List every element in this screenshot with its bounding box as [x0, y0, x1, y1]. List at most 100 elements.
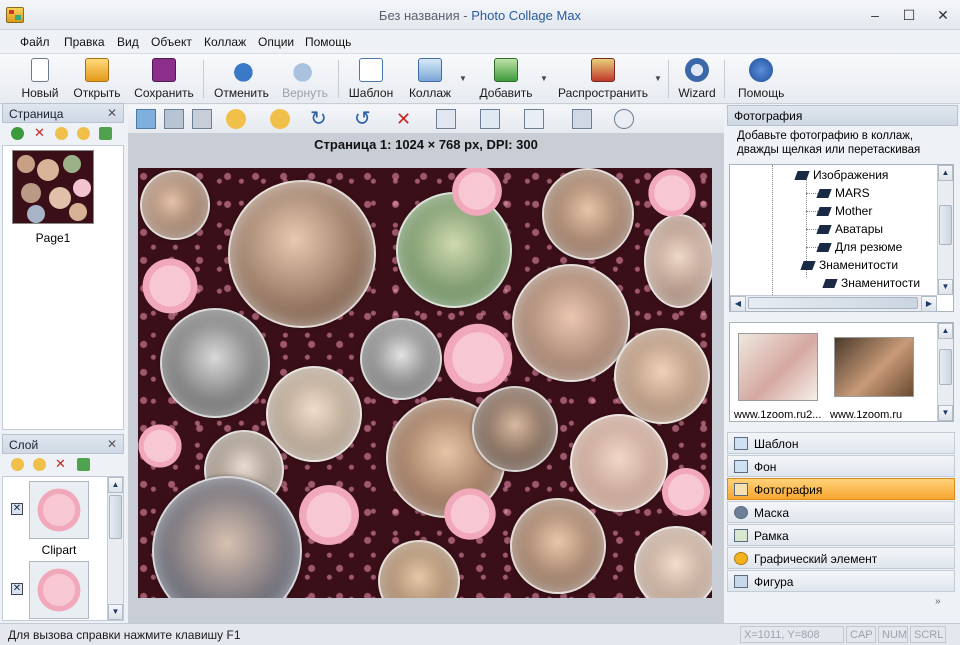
crop-icon[interactable]: [192, 109, 212, 129]
photo-bubble[interactable]: [140, 170, 210, 240]
help-button[interactable]: Помощь: [738, 56, 784, 102]
accordion-mask[interactable]: Маска: [727, 501, 955, 523]
menu-view[interactable]: Вид: [117, 35, 139, 49]
flower-clipart[interactable]: [294, 480, 364, 550]
send-backward-icon[interactable]: [270, 109, 290, 129]
collage-dropdown-arrow[interactable]: ▼: [459, 74, 467, 83]
layer-thumbnail[interactable]: [29, 561, 89, 619]
move-page-up-icon[interactable]: [55, 127, 68, 140]
tree-item-mother[interactable]: Mother: [816, 204, 872, 218]
flower-clipart[interactable]: [138, 254, 202, 318]
close-button[interactable]: ✕: [932, 6, 954, 24]
menu-collage[interactable]: Коллаж: [204, 35, 246, 49]
add-button[interactable]: Добавить: [478, 56, 534, 102]
accordion-frame[interactable]: Рамка: [727, 524, 955, 546]
flower-clipart[interactable]: [658, 464, 712, 520]
delete-object-icon[interactable]: ✕: [396, 109, 416, 129]
scroll-down-button[interactable]: ▼: [938, 279, 953, 295]
tree-vertical-scrollbar[interactable]: ▲ ▼: [937, 165, 953, 295]
scroll-up-button[interactable]: ▲: [938, 323, 953, 339]
photo-bubble[interactable]: [472, 386, 558, 472]
menu-help[interactable]: Помощь: [305, 35, 351, 49]
rotate-right-icon[interactable]: ↻: [310, 109, 330, 129]
collage-page[interactable]: [138, 168, 712, 598]
photo-thumbnail[interactable]: [738, 333, 818, 401]
image-edit-icon[interactable]: [136, 109, 156, 129]
menu-options[interactable]: Опции: [258, 35, 294, 49]
rotate-left-icon[interactable]: ↺: [354, 109, 374, 129]
scroll-down-button[interactable]: ▼: [108, 604, 123, 620]
move-layer-up-icon[interactable]: [11, 458, 24, 471]
zoom-icon[interactable]: [572, 109, 592, 129]
photo-bubble[interactable]: [160, 308, 270, 418]
photo-bubble[interactable]: [570, 414, 668, 512]
move-layer-down-icon[interactable]: [33, 458, 46, 471]
photo-bubble[interactable]: [634, 526, 712, 598]
add-dropdown-arrow[interactable]: ▼: [540, 74, 548, 83]
refresh-layers-icon[interactable]: [77, 458, 90, 471]
photo-bubble[interactable]: [266, 366, 362, 462]
photo-bubble[interactable]: [152, 476, 302, 598]
person-icon[interactable]: [164, 109, 184, 129]
scroll-up-button[interactable]: ▲: [938, 165, 953, 181]
menu-file[interactable]: Файл: [20, 35, 50, 49]
template-button[interactable]: Шаблон: [348, 56, 394, 102]
maximize-button[interactable]: ☐: [898, 6, 920, 24]
menu-edit[interactable]: Правка: [64, 35, 105, 49]
scroll-thumb[interactable]: [939, 349, 952, 385]
expand-chevron-icon[interactable]: »: [935, 596, 941, 607]
layers-scrollbar[interactable]: ▲ ▼: [107, 477, 123, 620]
photo-bubble[interactable]: [378, 540, 460, 598]
scroll-right-button[interactable]: ▶: [921, 296, 937, 312]
tree-item-mars[interactable]: MARS: [816, 186, 870, 200]
tree-item-images[interactable]: Изображения: [794, 168, 888, 182]
accordion-template[interactable]: Шаблон: [727, 432, 955, 454]
menu-object[interactable]: Объект: [151, 35, 192, 49]
fit-icon[interactable]: [524, 109, 544, 129]
tree-item-avatars[interactable]: Аватары: [816, 222, 883, 236]
tree-item-celebrities[interactable]: Знаменитости: [800, 258, 898, 272]
scroll-down-button[interactable]: ▼: [938, 405, 953, 421]
scroll-up-button[interactable]: ▲: [108, 477, 123, 493]
photo-thumbnail[interactable]: [834, 337, 914, 397]
tree-horizontal-scrollbar[interactable]: ◀ ▶: [730, 295, 937, 312]
arrange-icon[interactable]: [480, 109, 500, 129]
accordion-graphic-element[interactable]: Графический элемент: [727, 547, 955, 569]
flower-clipart[interactable]: [138, 418, 182, 474]
photo-bubble[interactable]: [614, 328, 710, 424]
scroll-thumb[interactable]: [939, 205, 952, 245]
layer-visibility-checkbox[interactable]: ✕: [11, 503, 23, 515]
flower-clipart[interactable]: [438, 318, 518, 398]
layer-thumbnail[interactable]: [29, 481, 89, 539]
open-button[interactable]: Открыть: [72, 56, 122, 102]
photo-bubble[interactable]: [510, 498, 606, 594]
wizard-button[interactable]: Wizard: [678, 56, 716, 102]
new-button[interactable]: Новый: [20, 56, 60, 102]
collage-button[interactable]: Коллаж: [406, 56, 454, 102]
minimize-button[interactable]: –: [864, 6, 886, 24]
move-page-down-icon[interactable]: [77, 127, 90, 140]
scroll-left-button[interactable]: ◀: [730, 296, 746, 312]
tree-item-celebrities-sub[interactable]: Знаменитости: [822, 276, 920, 290]
flower-clipart[interactable]: [440, 484, 500, 544]
undo-button[interactable]: Отменить: [214, 56, 269, 102]
scroll-thumb[interactable]: [109, 495, 122, 539]
photo-bubble[interactable]: [360, 318, 442, 400]
delete-layer-icon[interactable]: ✕: [55, 456, 68, 471]
layers-panel-close-icon[interactable]: ✕: [107, 437, 117, 451]
photo-bubble[interactable]: [512, 264, 630, 382]
photo-bubble[interactable]: [228, 180, 376, 328]
accordion-shape[interactable]: Фигура: [727, 570, 955, 592]
align-icon[interactable]: [436, 109, 456, 129]
pages-panel-close-icon[interactable]: ✕: [107, 106, 117, 120]
spread-dropdown-arrow[interactable]: ▼: [654, 74, 662, 83]
accordion-photo[interactable]: Фотография: [727, 478, 955, 500]
scroll-thumb[interactable]: [748, 297, 918, 309]
photo-bubble[interactable]: [644, 214, 712, 308]
flower-clipart[interactable]: [642, 168, 702, 218]
tree-item-resume[interactable]: Для резюме: [816, 240, 902, 254]
save-button[interactable]: Сохранить: [134, 56, 194, 102]
info-icon[interactable]: [614, 109, 634, 129]
layer-visibility-checkbox[interactable]: ✕: [11, 583, 23, 595]
delete-page-icon[interactable]: ✕: [34, 125, 47, 140]
